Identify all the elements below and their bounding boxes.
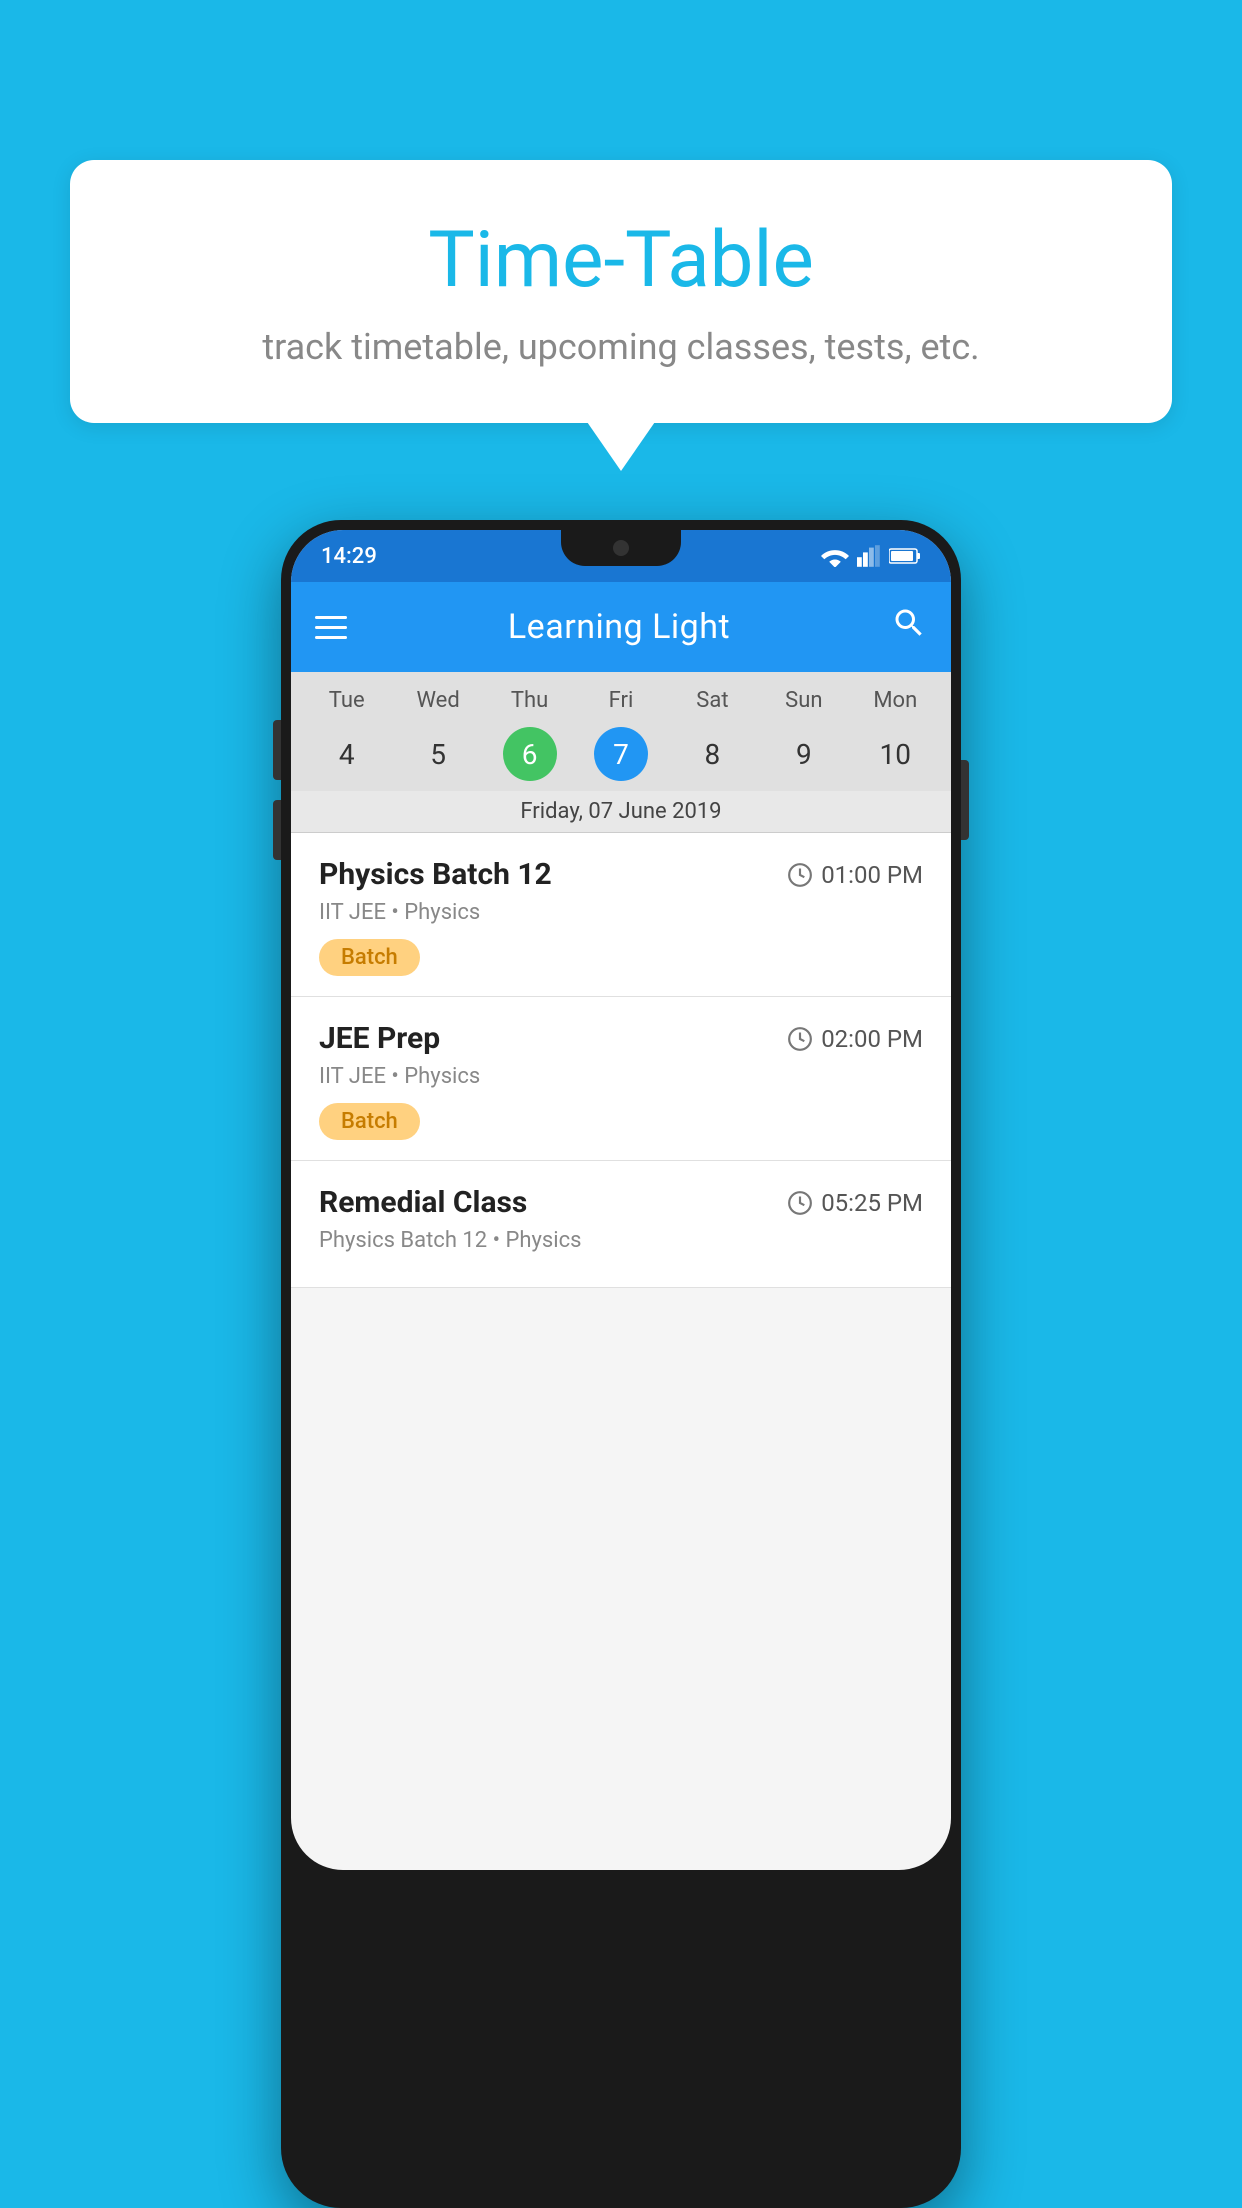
class-name: JEE Prep [319, 1021, 440, 1056]
phone-frame: 14:29 [281, 520, 961, 2208]
clock-icon [787, 1190, 813, 1216]
batch-badge: Batch [319, 1103, 420, 1140]
class-time: 02:00 PM [787, 1025, 923, 1053]
phone-screen: 14:29 [291, 530, 951, 1870]
notch [561, 530, 681, 566]
volume-up-button [273, 720, 281, 780]
list-item[interactable]: Remedial Class 05:25 PM Physics Batch 12… [291, 1161, 951, 1288]
day-name-tue: Tue [301, 688, 392, 721]
calendar-day-5[interactable]: 5 [392, 727, 483, 781]
time-label: 01:00 PM [821, 861, 923, 889]
calendar-day-names: Tue Wed Thu Fri Sat Sun Mon [291, 688, 951, 721]
day-name-wed: Wed [392, 688, 483, 721]
list-item[interactable]: Physics Batch 12 01:00 PM IIT JEE • Phys… [291, 833, 951, 997]
speech-bubble: Time-Table track timetable, upcoming cla… [70, 160, 1172, 423]
camera [613, 540, 629, 556]
battery-icon [889, 547, 921, 565]
day-name-sun: Sun [758, 688, 849, 721]
calendar-day-numbers: 4 5 6 7 8 9 10 [291, 721, 951, 791]
class-item-header: Physics Batch 12 01:00 PM [319, 857, 923, 892]
list-item[interactable]: JEE Prep 02:00 PM IIT JEE • Physics Batc… [291, 997, 951, 1161]
day-name-thu: Thu [484, 688, 575, 721]
bubble-subtitle: track timetable, upcoming classes, tests… [130, 326, 1112, 368]
class-item-header: JEE Prep 02:00 PM [319, 1021, 923, 1056]
volume-down-button [273, 800, 281, 860]
batch-badge: Batch [319, 939, 420, 976]
day-name-sat: Sat [667, 688, 758, 721]
calendar-day-10[interactable]: 10 [850, 727, 941, 781]
calendar-day-4[interactable]: 4 [301, 727, 392, 781]
class-subtitle: IIT JEE • Physics [319, 1064, 923, 1089]
status-bar: 14:29 [291, 530, 951, 582]
status-icons [821, 545, 921, 567]
power-button [961, 760, 969, 840]
class-name: Physics Batch 12 [319, 857, 552, 892]
calendar-section: Tue Wed Thu Fri Sat Sun Mon 4 5 6 7 8 9 … [291, 672, 951, 833]
time-label: 02:00 PM [821, 1025, 923, 1053]
status-time: 14:29 [321, 544, 377, 569]
app-title: Learning Light [508, 607, 730, 647]
menu-button[interactable] [315, 616, 347, 639]
signal-icon [857, 545, 881, 567]
class-subtitle: IIT JEE • Physics [319, 900, 923, 925]
calendar-day-9[interactable]: 9 [758, 727, 849, 781]
calendar-day-7[interactable]: 7 [594, 727, 648, 781]
day-name-fri: Fri [575, 688, 666, 721]
phone-mockup: 14:29 [70, 520, 1172, 2208]
app-bar: Learning Light [291, 582, 951, 672]
selected-date: Friday, 07 June 2019 [291, 791, 951, 833]
wifi-icon [821, 545, 849, 567]
class-name: Remedial Class [319, 1185, 527, 1220]
time-label: 05:25 PM [821, 1189, 923, 1217]
class-item-header: Remedial Class 05:25 PM [319, 1185, 923, 1220]
class-time: 05:25 PM [787, 1189, 923, 1217]
clock-icon [787, 862, 813, 888]
day-name-mon: Mon [850, 688, 941, 721]
class-subtitle: Physics Batch 12 • Physics [319, 1228, 923, 1253]
class-list: Physics Batch 12 01:00 PM IIT JEE • Phys… [291, 833, 951, 1288]
calendar-day-8[interactable]: 8 [667, 727, 758, 781]
search-button[interactable] [891, 605, 927, 649]
class-time: 01:00 PM [787, 861, 923, 889]
clock-icon [787, 1026, 813, 1052]
speech-bubble-section: Time-Table track timetable, upcoming cla… [70, 160, 1172, 423]
bubble-title: Time-Table [130, 215, 1112, 306]
calendar-day-6[interactable]: 6 [503, 727, 557, 781]
